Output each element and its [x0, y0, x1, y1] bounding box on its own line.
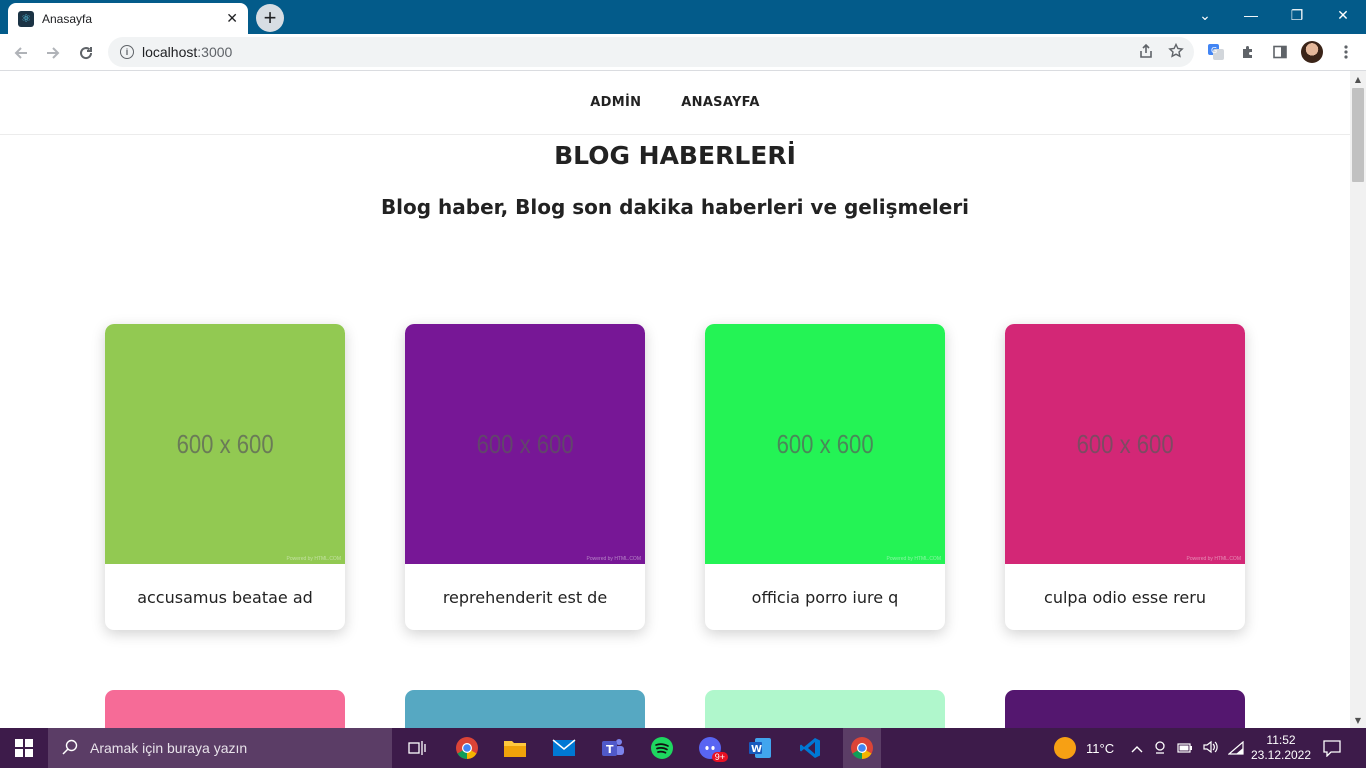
card-title: reprehenderit est de [442, 587, 608, 607]
react-favicon-icon: ⚛ [18, 10, 34, 27]
teams-icon[interactable]: T [598, 733, 628, 763]
minimize-button[interactable]: — [1228, 0, 1274, 30]
reload-icon[interactable] [73, 40, 99, 66]
web-page: ADMİN ANASAYFA BLOG HABERLERİ Blog haber… [0, 71, 1350, 728]
scroll-thumb[interactable] [1352, 88, 1364, 182]
scroll-up-arrow-icon[interactable]: ▲ [1350, 71, 1366, 87]
image-size-label: 600 x 600 [776, 428, 874, 459]
share-icon[interactable] [1138, 43, 1154, 63]
tab-close-icon[interactable]: ✕ [226, 11, 238, 27]
svg-text:G: G [1211, 46, 1217, 55]
nav-link-anasayfa[interactable]: ANASAYFA [681, 95, 759, 110]
image-size-label: 600 x 600 [176, 428, 274, 459]
blog-card-partial[interactable] [705, 690, 945, 728]
volume-icon[interactable] [1203, 740, 1219, 757]
page-scrollbar[interactable]: ▲ ▼ [1350, 71, 1366, 728]
discord-icon[interactable]: 9+ [696, 733, 728, 763]
blog-card-partial[interactable] [1005, 690, 1245, 728]
card-image-placeholder: 600 x 600 Powered by HTML.COM [405, 324, 645, 564]
card-image-placeholder: 600 x 600 Powered by HTML.COM [705, 324, 945, 564]
restore-button[interactable]: ❐ [1274, 0, 1320, 30]
windows-taskbar: Aramak için buraya yazın T 9+ W 11°C 11:… [0, 728, 1366, 768]
new-tab-button[interactable]: + [256, 4, 284, 32]
profile-avatar[interactable] [1301, 41, 1323, 63]
card-title: accusamus beatae ad [137, 587, 313, 607]
browser-titlebar: ⚛ Anasayfa ✕ + ⌄ — ❐ ✕ [0, 0, 1366, 34]
extensions-puzzle-icon[interactable] [1236, 40, 1260, 64]
page-subtitle: Blog haber, Blog son dakika haberleri ve… [380, 195, 970, 219]
search-icon [62, 739, 78, 758]
site-info-icon[interactable]: i [120, 45, 134, 59]
blog-card[interactable]: 600 x 600 Powered by HTML.COM reprehende… [405, 324, 645, 630]
google-translate-extension-icon[interactable]: G [1204, 40, 1228, 64]
blog-card-partial[interactable] [105, 690, 345, 728]
browser-tab-active[interactable]: ⚛ Anasayfa ✕ [8, 3, 248, 34]
blog-card[interactable]: 600 x 600 Powered by HTML.COM accusamus … [105, 324, 345, 630]
image-watermark: Powered by HTML.COM [886, 556, 941, 562]
taskbar-search-box[interactable]: Aramak için buraya yazın [48, 728, 392, 768]
windows-start-icon[interactable] [0, 728, 48, 768]
image-size-label: 600 x 600 [476, 428, 574, 459]
task-view-icon[interactable] [402, 733, 432, 763]
mail-icon[interactable] [549, 733, 579, 763]
card-title: culpa odio esse reru [1044, 587, 1206, 607]
site-navbar: ADMİN ANASAYFA [0, 71, 1350, 135]
vscode-icon[interactable] [795, 733, 825, 763]
search-placeholder: Aramak için buraya yazın [90, 740, 248, 756]
sun-weather-icon [1054, 737, 1076, 759]
card-image-placeholder: 600 x 600 Powered by HTML.COM [105, 324, 345, 564]
file-explorer-icon[interactable] [500, 733, 530, 763]
clock-date: 23.12.2022 [1250, 748, 1312, 762]
svg-text:W: W [751, 744, 762, 755]
url-text: localhost:3000 [142, 44, 232, 60]
discord-notification-badge: 9+ [711, 752, 728, 762]
svg-text:T: T [606, 743, 614, 756]
url-port: :3000 [197, 44, 233, 60]
card-image-placeholder: 600 x 600 Powered by HTML.COM [1005, 324, 1245, 564]
browser-toolbar: i localhost:3000 G [0, 34, 1366, 71]
clock[interactable]: 11:52 23.12.2022 [1250, 728, 1312, 768]
side-panel-icon[interactable] [1268, 40, 1292, 64]
weather-widget[interactable]: 11°C [1054, 728, 1114, 768]
blog-card-partial[interactable] [405, 690, 645, 728]
card-title: officia porro iure q [751, 587, 899, 607]
image-watermark: Powered by HTML.COM [586, 556, 641, 562]
close-window-button[interactable]: ✕ [1320, 0, 1366, 30]
forward-arrow-icon[interactable] [40, 40, 66, 66]
tab-title: Anasayfa [42, 11, 93, 26]
bookmark-star-icon[interactable] [1168, 42, 1184, 63]
clock-time: 11:52 [1266, 733, 1296, 747]
spotify-icon[interactable] [647, 733, 677, 763]
wifi-icon[interactable] [1228, 728, 1244, 768]
system-tray [1131, 728, 1219, 768]
weather-temperature: 11°C [1086, 740, 1115, 756]
chrome-active-window-icon[interactable] [843, 728, 881, 768]
tab-search-chevron-icon[interactable]: ⌄ [1182, 0, 1228, 30]
notifications-icon[interactable] [1322, 728, 1342, 768]
word-icon[interactable]: W [745, 733, 775, 763]
show-hidden-icons-chevron-icon[interactable] [1131, 741, 1143, 756]
image-size-label: 600 x 600 [1076, 428, 1174, 459]
blog-card[interactable]: 600 x 600 Powered by HTML.COM culpa odio… [1005, 324, 1245, 630]
image-watermark: Powered by HTML.COM [286, 556, 341, 562]
address-bar[interactable]: i localhost:3000 [108, 37, 1194, 67]
browser-menu-icon[interactable] [1334, 40, 1358, 64]
chrome-icon[interactable] [452, 733, 482, 763]
blog-card[interactable]: 600 x 600 Powered by HTML.COM officia po… [705, 324, 945, 630]
nav-link-admin[interactable]: ADMİN [590, 95, 641, 110]
page-title: BLOG HABERLERİ [554, 141, 796, 170]
meet-now-camera-icon[interactable] [1153, 740, 1167, 757]
back-arrow-icon[interactable] [8, 40, 34, 66]
image-watermark: Powered by HTML.COM [1186, 556, 1241, 562]
url-host: localhost [142, 44, 198, 60]
battery-icon[interactable] [1177, 741, 1193, 756]
scroll-down-arrow-icon[interactable]: ▼ [1350, 712, 1366, 728]
